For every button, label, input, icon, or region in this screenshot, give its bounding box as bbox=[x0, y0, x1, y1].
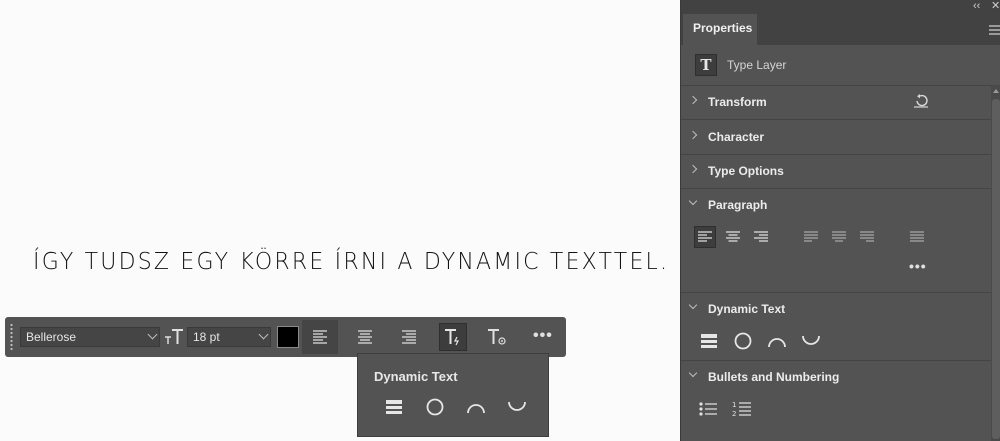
stacked-lines-icon[interactable] bbox=[384, 398, 404, 416]
justify-last-left-icon bbox=[804, 231, 818, 242]
numbered-list-icon[interactable]: 1 2 bbox=[732, 400, 752, 418]
layer-type-row: T Type Layer bbox=[681, 45, 1000, 86]
justify-last-center-button[interactable] bbox=[828, 226, 850, 248]
font-size-value: 18 pt bbox=[193, 330, 220, 344]
align-center-icon bbox=[358, 330, 372, 344]
dynamic-text-icon bbox=[445, 329, 459, 346]
more-options-button[interactable]: ••• bbox=[533, 327, 553, 345]
text-color-swatch[interactable] bbox=[277, 326, 299, 348]
arc-up-icon[interactable] bbox=[767, 331, 787, 351]
font-family-value: Bellerose bbox=[26, 330, 77, 344]
justify-last-right-button[interactable] bbox=[856, 226, 878, 248]
align-right-button[interactable] bbox=[391, 320, 427, 354]
align-center-icon bbox=[726, 231, 740, 242]
section-label: Type Options bbox=[708, 164, 784, 178]
dynamic-text-controls bbox=[681, 326, 991, 361]
collapse-panel-icon[interactable]: ‹‹ bbox=[973, 0, 980, 13]
justify-all-button[interactable] bbox=[906, 226, 928, 248]
chevron-down-icon bbox=[688, 300, 698, 310]
contextual-task-bar: Bellerose 18 pt ••• bbox=[5, 317, 566, 357]
chevron-right-icon bbox=[688, 95, 698, 105]
type-layer-icon: T bbox=[695, 54, 717, 76]
layer-type-label: Type Layer bbox=[727, 58, 787, 72]
paragraph-controls: ••• bbox=[681, 222, 991, 293]
type-settings-icon bbox=[488, 329, 506, 345]
font-size-icon bbox=[165, 329, 183, 344]
section-transform[interactable]: Transform bbox=[681, 85, 991, 120]
panel-menu-icon[interactable] bbox=[989, 25, 1000, 35]
font-size-dropdown[interactable]: 18 pt bbox=[187, 327, 271, 347]
chevron-right-icon bbox=[688, 164, 698, 174]
section-dynamic-text[interactable]: Dynamic Text bbox=[681, 292, 991, 326]
chevron-down-icon bbox=[147, 329, 158, 340]
paragraph-more-button[interactable]: ••• bbox=[909, 258, 927, 274]
section-label: Paragraph bbox=[708, 198, 768, 212]
bulleted-list-icon[interactable] bbox=[698, 400, 718, 418]
properties-panel: ‹‹ ✕ Properties T Type Layer Transform C… bbox=[680, 0, 1000, 441]
tab-properties[interactable]: Properties bbox=[683, 14, 757, 45]
circle-icon[interactable] bbox=[733, 331, 753, 351]
align-right-icon bbox=[402, 330, 416, 344]
align-left-button[interactable] bbox=[302, 320, 338, 354]
close-icon[interactable]: ✕ bbox=[991, 0, 1000, 13]
popover-title: Dynamic Text bbox=[374, 369, 458, 384]
reset-transform-icon[interactable] bbox=[913, 94, 929, 108]
para-align-center-button[interactable] bbox=[722, 226, 744, 248]
section-bullets-numbering[interactable]: Bullets and Numbering bbox=[681, 360, 991, 394]
arc-down-icon[interactable] bbox=[507, 398, 527, 416]
section-type-options[interactable]: Type Options bbox=[681, 154, 991, 189]
section-label: Bullets and Numbering bbox=[708, 370, 840, 384]
canvas-type-layer-text[interactable]: ÍGY TUDSZ EGY KÖRRE ÍRNI A DYNAMIC TEXTT… bbox=[33, 249, 669, 275]
section-paragraph[interactable]: Paragraph bbox=[681, 188, 991, 222]
chevron-down-icon bbox=[688, 196, 698, 206]
circle-icon[interactable] bbox=[425, 398, 445, 416]
chevron-down-icon bbox=[258, 329, 269, 340]
section-label: Transform bbox=[708, 95, 767, 109]
arc-down-icon[interactable] bbox=[801, 331, 821, 351]
svg-text:1: 1 bbox=[732, 401, 736, 409]
justify-last-center-icon bbox=[832, 231, 846, 242]
dynamic-text-popover: Dynamic Text bbox=[357, 353, 549, 437]
justify-last-left-button[interactable] bbox=[800, 226, 822, 248]
section-label: Dynamic Text bbox=[708, 302, 786, 316]
arc-up-icon[interactable] bbox=[466, 398, 486, 416]
svg-text:2: 2 bbox=[732, 410, 736, 418]
align-right-icon bbox=[754, 231, 768, 242]
justify-last-right-icon bbox=[860, 231, 874, 242]
bullets-controls: 1 2 bbox=[681, 394, 991, 441]
chevron-right-icon bbox=[688, 130, 698, 140]
section-character[interactable]: Character bbox=[681, 120, 991, 155]
para-align-right-button[interactable] bbox=[750, 226, 772, 248]
stacked-lines-icon[interactable] bbox=[699, 331, 719, 351]
document-canvas[interactable]: ÍGY TUDSZ EGY KÖRRE ÍRNI A DYNAMIC TEXTT… bbox=[0, 0, 680, 441]
para-align-left-button[interactable] bbox=[694, 226, 716, 248]
section-label: Character bbox=[708, 130, 765, 144]
font-family-dropdown[interactable]: Bellerose bbox=[20, 327, 160, 347]
scroll-thumb[interactable] bbox=[992, 99, 1000, 439]
justify-all-icon bbox=[910, 231, 924, 242]
panel-scrollbar[interactable] bbox=[991, 85, 1000, 441]
panel-tab-strip: Properties bbox=[681, 14, 1000, 45]
align-left-icon bbox=[698, 231, 712, 242]
chevron-down-icon bbox=[688, 368, 698, 378]
align-center-button[interactable] bbox=[347, 320, 383, 354]
scroll-up-icon[interactable] bbox=[993, 89, 999, 93]
panel-top-bar: ‹‹ ✕ bbox=[681, 0, 1000, 14]
type-settings-button[interactable] bbox=[479, 320, 515, 354]
align-left-icon bbox=[313, 330, 327, 344]
drag-handle-icon[interactable] bbox=[9, 323, 14, 351]
dynamic-text-button[interactable] bbox=[439, 323, 467, 351]
